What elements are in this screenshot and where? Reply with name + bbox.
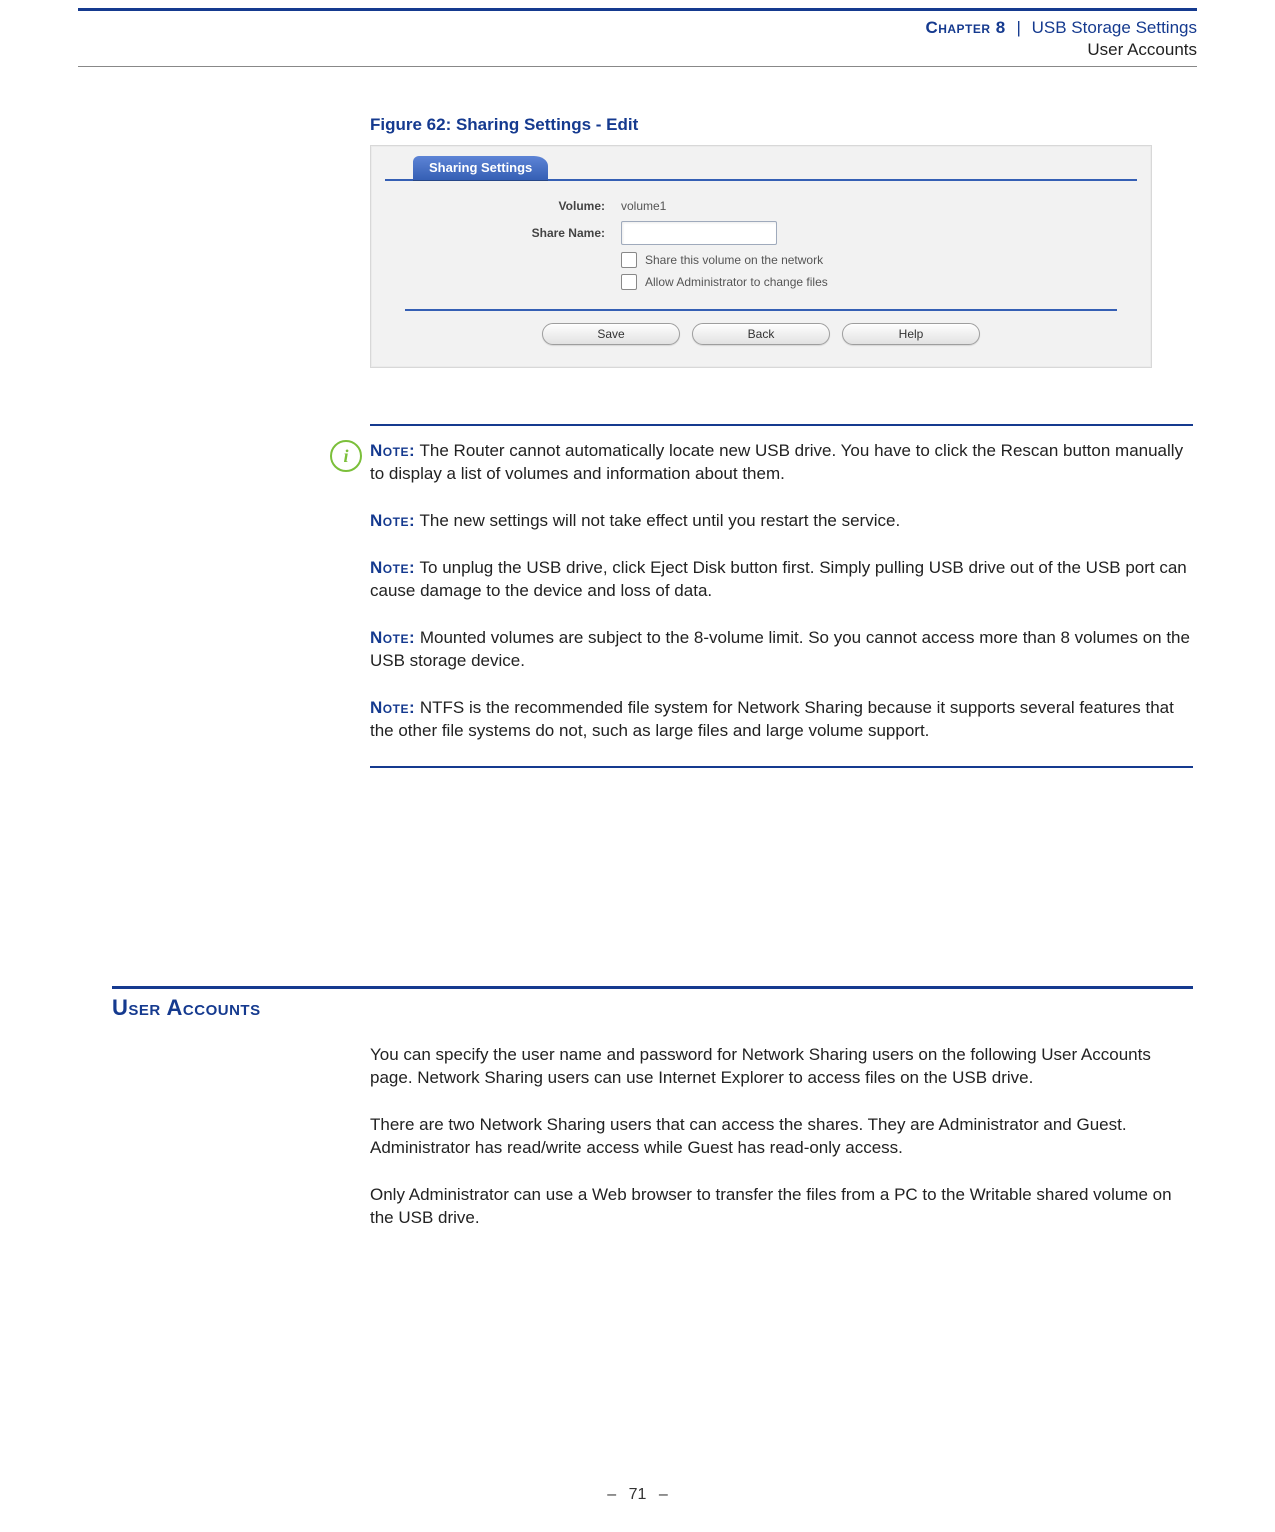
- section-body: You can specify the user name and passwo…: [370, 1044, 1193, 1254]
- volume-value: volume1: [621, 199, 666, 213]
- notes-block: i Note: The Router cannot automatically …: [370, 424, 1193, 768]
- notes-body: i Note: The Router cannot automatically …: [370, 440, 1193, 742]
- info-icon: i: [330, 440, 362, 472]
- section-rule: [112, 986, 1193, 989]
- checkbox-share-on-network[interactable]: [621, 252, 637, 268]
- note-3: Note: To unplug the USB drive, click Eje…: [370, 557, 1193, 603]
- help-button[interactable]: Help: [842, 323, 980, 345]
- row-share-name: Share Name:: [405, 217, 1117, 249]
- save-button[interactable]: Save: [542, 323, 680, 345]
- header-top-rule: [78, 8, 1197, 11]
- checkbox-allow-admin-label: Allow Administrator to change files: [645, 275, 828, 289]
- note-4: Note: Mounted volumes are subject to the…: [370, 627, 1193, 673]
- tab-sharing-settings[interactable]: Sharing Settings: [413, 156, 548, 180]
- note-1: Note: The Router cannot automatically lo…: [370, 440, 1193, 486]
- header-separator: |: [1016, 18, 1020, 37]
- note-4-text: Mounted volumes are subject to the 8-vol…: [370, 628, 1190, 670]
- header-bottom-rule: [78, 66, 1197, 67]
- checkbox-allow-admin[interactable]: [621, 274, 637, 290]
- chapter-label: Chapter 8: [925, 18, 1005, 37]
- note-label: Note:: [370, 511, 415, 530]
- header-subtitle: User Accounts: [1087, 40, 1197, 60]
- section-p1: You can specify the user name and passwo…: [370, 1044, 1193, 1090]
- checkbox-share-on-network-label: Share this volume on the network: [645, 253, 823, 267]
- section-row: User Accounts: [112, 986, 1193, 1021]
- page: Chapter 8 | USB Storage Settings User Ac…: [0, 0, 1275, 1532]
- sharing-settings-screenshot: Sharing Settings Volume: volume1 Share N…: [370, 145, 1152, 368]
- share-name-field-wrap: [621, 221, 777, 245]
- note-2-text: The new settings will not take effect un…: [420, 511, 901, 530]
- form-block: Volume: volume1 Share Name: Share this v…: [385, 181, 1137, 301]
- running-header: Chapter 8 | USB Storage Settings: [925, 18, 1197, 38]
- note-label: Note:: [370, 628, 415, 647]
- page-number: 71: [629, 1486, 647, 1503]
- button-row: Save Back Help: [385, 311, 1137, 351]
- share-name-input[interactable]: [621, 221, 777, 245]
- tab-row: Sharing Settings: [385, 156, 1137, 180]
- row-share-on-network: Share this volume on the network: [621, 249, 1117, 271]
- volume-label: Volume:: [405, 199, 621, 213]
- footer-dash-right: –: [659, 1486, 668, 1503]
- row-volume: Volume: volume1: [405, 195, 1117, 217]
- section-heading-user-accounts: User Accounts: [112, 995, 1193, 1021]
- main-column: Figure 62: Sharing Settings - Edit Shari…: [370, 115, 1193, 768]
- chapter-title: USB Storage Settings: [1032, 18, 1197, 37]
- note-label: Note:: [370, 441, 415, 460]
- screenshot-inner: Sharing Settings Volume: volume1 Share N…: [371, 146, 1151, 367]
- note-3-text: To unplug the USB drive, click Eject Dis…: [370, 558, 1187, 600]
- note-5-text: NTFS is the recommended file system for …: [370, 698, 1174, 740]
- footer-dash-left: –: [607, 1486, 616, 1503]
- share-name-label: Share Name:: [405, 226, 621, 240]
- note-5: Note: NTFS is the recommended file syste…: [370, 697, 1193, 743]
- notes-top-rule: [370, 424, 1193, 426]
- note-1-text: The Router cannot automatically locate n…: [370, 441, 1183, 483]
- notes-bottom-rule: [370, 766, 1193, 768]
- note-label: Note:: [370, 558, 415, 577]
- info-icon-holder: i: [330, 440, 360, 470]
- note-2: Note: The new settings will not take eff…: [370, 510, 1193, 533]
- row-allow-admin: Allow Administrator to change files: [621, 271, 1117, 293]
- page-footer: – 71 –: [0, 1486, 1275, 1504]
- section-p2: There are two Network Sharing users that…: [370, 1114, 1193, 1160]
- figure-caption: Figure 62: Sharing Settings - Edit: [370, 115, 1193, 135]
- back-button[interactable]: Back: [692, 323, 830, 345]
- note-label: Note:: [370, 698, 415, 717]
- section-p3: Only Administrator can use a Web browser…: [370, 1184, 1193, 1230]
